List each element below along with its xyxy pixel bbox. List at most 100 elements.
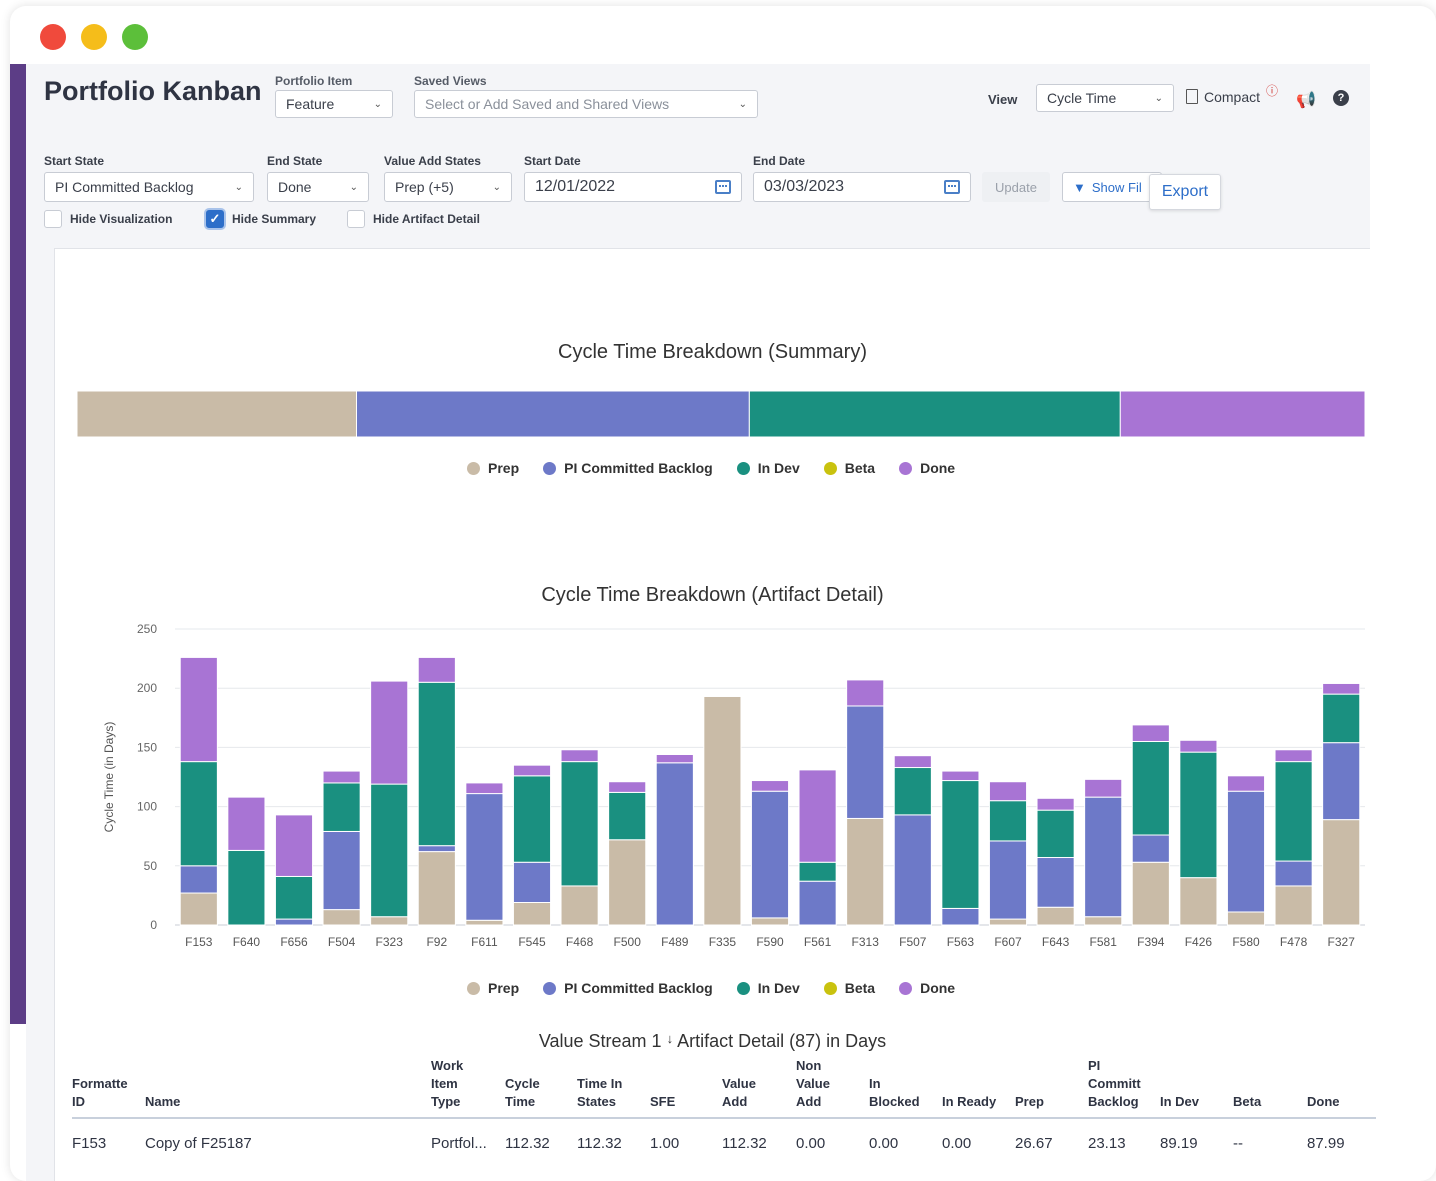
calendar-icon[interactable] — [715, 180, 731, 194]
bar-segment-f327-prep[interactable] — [1322, 819, 1361, 926]
column-header[interactable]: Name — [145, 1093, 180, 1111]
bar-segment-f313-prep[interactable] — [846, 817, 885, 926]
column-header[interactable]: In Ready — [942, 1093, 996, 1111]
legend-item-prep[interactable]: Prep — [467, 460, 519, 476]
legend-item-beta[interactable]: Beta — [823, 980, 875, 996]
bar-segment-f545-prep[interactable] — [512, 902, 552, 926]
summary-segment-done[interactable] — [1119, 391, 1365, 437]
hide-artifact-option[interactable]: Hide Artifact Detail — [347, 210, 480, 228]
bar-segment-f478-done[interactable] — [1274, 749, 1313, 763]
hide-summary-option[interactable]: ✓ Hide Summary — [206, 210, 316, 228]
bar-segment-f313-pi-committed-backlog[interactable] — [846, 705, 885, 819]
sort-arrow-icon[interactable]: ↓ — [667, 1031, 674, 1046]
bar-segment-f611-done[interactable] — [465, 782, 504, 795]
bar-segment-f590-done[interactable] — [750, 780, 790, 792]
bar-segment-f640-done[interactable] — [227, 796, 266, 851]
bar-segment-f563-in-dev[interactable] — [941, 780, 980, 909]
bar-segment-f563-pi-committed-backlog[interactable] — [941, 907, 980, 926]
bar-segment-f313-done[interactable] — [846, 679, 885, 707]
bar-segment-f580-prep[interactable] — [1226, 911, 1266, 926]
legend-item-in-dev[interactable]: In Dev — [736, 980, 800, 996]
update-button[interactable]: Update — [982, 172, 1050, 202]
bar-segment-f507-in-dev[interactable] — [893, 767, 932, 816]
bar-segment-f590-prep[interactable] — [750, 917, 790, 926]
end-date-input[interactable]: 03/03/2023 — [753, 172, 971, 202]
hide-visualization-option[interactable]: Hide Visualization — [44, 210, 172, 228]
megaphone-icon[interactable]: 📢 — [1296, 90, 1316, 110]
bar-segment-f426-done[interactable] — [1179, 739, 1218, 753]
bar-segment-f327-in-dev[interactable] — [1322, 693, 1361, 744]
column-header[interactable]: Cycle Time — [505, 1075, 540, 1111]
bar-segment-f504-done[interactable] — [322, 770, 361, 784]
legend-item-in-dev[interactable]: In Dev — [736, 460, 800, 476]
bar-segment-f478-pi-committed-backlog[interactable] — [1274, 860, 1313, 887]
bar-segment-f581-pi-committed-backlog[interactable] — [1084, 796, 1123, 918]
bar-segment-f643-in-dev[interactable] — [1036, 809, 1075, 859]
bar-segment-f327-pi-committed-backlog[interactable] — [1322, 742, 1361, 821]
hide-visualization-checkbox[interactable] — [44, 210, 62, 228]
bar-segment-f656-in-dev[interactable] — [274, 875, 314, 920]
bar-segment-f545-done[interactable] — [512, 764, 552, 777]
bar-segment-f394-done[interactable] — [1131, 724, 1170, 742]
bar-segment-f92-in-dev[interactable] — [417, 681, 456, 847]
bar-segment-f545-pi-committed-backlog[interactable] — [512, 861, 552, 904]
bar-segment-f504-pi-committed-backlog[interactable] — [322, 830, 361, 911]
bar-segment-f489-pi-committed-backlog[interactable] — [655, 762, 694, 926]
column-header[interactable]: Non Value Add — [796, 1057, 830, 1111]
summary-segment-in-dev[interactable] — [748, 391, 1121, 437]
bar-segment-f611-pi-committed-backlog[interactable] — [465, 793, 504, 921]
maximize-window-button[interactable] — [122, 24, 148, 50]
bar-segment-f92-done[interactable] — [417, 656, 456, 683]
bar-segment-f92-pi-committed-backlog[interactable] — [417, 845, 456, 853]
hide-artifact-checkbox[interactable] — [347, 210, 365, 228]
bar-segment-f500-done[interactable] — [608, 781, 647, 793]
bar-segment-f607-done[interactable] — [988, 781, 1028, 802]
bar-segment-f478-in-dev[interactable] — [1274, 761, 1313, 862]
bar-segment-f643-done[interactable] — [1036, 797, 1075, 811]
bar-segment-f504-in-dev[interactable] — [322, 782, 361, 832]
close-window-button[interactable] — [40, 24, 66, 50]
bar-segment-f590-pi-committed-backlog[interactable] — [750, 790, 790, 919]
bar-segment-f335-prep[interactable] — [703, 695, 742, 926]
column-header[interactable]: Beta — [1233, 1093, 1261, 1111]
column-header[interactable]: Formatte ID — [72, 1075, 128, 1111]
column-header[interactable]: Done — [1307, 1093, 1340, 1111]
bar-segment-f504-prep[interactable] — [322, 909, 361, 926]
bar-segment-f561-in-dev[interactable] — [798, 861, 837, 882]
bar-segment-f500-in-dev[interactable] — [608, 791, 647, 841]
bar-segment-f468-in-dev[interactable] — [560, 761, 599, 887]
column-header[interactable]: Value Add — [722, 1075, 756, 1111]
legend-item-done[interactable]: Done — [899, 980, 955, 996]
column-header[interactable]: Work Item Type — [431, 1057, 463, 1111]
bar-segment-f561-done[interactable] — [798, 769, 837, 863]
bar-segment-f581-done[interactable] — [1084, 778, 1123, 798]
bar-segment-f478-prep[interactable] — [1274, 885, 1313, 926]
bar-segment-f643-prep[interactable] — [1036, 906, 1075, 926]
bar-segment-f507-done[interactable] — [893, 755, 932, 769]
saved-views-select[interactable]: Select or Add Saved and Shared Views ⌄ — [414, 90, 758, 118]
column-header[interactable]: Time In States — [577, 1075, 622, 1111]
bar-segment-f607-pi-committed-backlog[interactable] — [988, 840, 1028, 920]
minimize-window-button[interactable] — [81, 24, 107, 50]
bar-segment-f394-pi-committed-backlog[interactable] — [1131, 834, 1170, 863]
legend-item-pi-committed-backlog[interactable]: PI Committed Backlog — [543, 980, 713, 996]
bar-segment-f643-pi-committed-backlog[interactable] — [1036, 857, 1075, 908]
bar-segment-f561-pi-committed-backlog[interactable] — [798, 880, 837, 926]
start-state-select[interactable]: PI Committed Backlog ⌄ — [44, 172, 254, 202]
bar-segment-f607-prep[interactable] — [988, 918, 1028, 926]
legend-item-done[interactable]: Done — [899, 460, 955, 476]
bar-segment-f611-prep[interactable] — [465, 919, 504, 926]
legend-item-pi-committed-backlog[interactable]: PI Committed Backlog — [543, 460, 713, 476]
bar-segment-f153-in-dev[interactable] — [179, 761, 218, 867]
column-header[interactable]: Prep — [1015, 1093, 1044, 1111]
bar-segment-f580-pi-committed-backlog[interactable] — [1226, 790, 1266, 913]
bar-segment-f563-done[interactable] — [941, 770, 980, 782]
summary-segment-prep[interactable] — [77, 391, 357, 437]
bar-segment-f581-prep[interactable] — [1084, 916, 1123, 926]
bar-segment-f656-pi-committed-backlog[interactable] — [274, 918, 314, 926]
bar-segment-f656-done[interactable] — [274, 814, 314, 877]
bar-segment-f426-in-dev[interactable] — [1179, 751, 1218, 879]
column-header[interactable]: In Dev — [1160, 1093, 1199, 1111]
calendar-icon[interactable] — [944, 180, 960, 194]
bar-segment-f607-in-dev[interactable] — [988, 800, 1028, 842]
